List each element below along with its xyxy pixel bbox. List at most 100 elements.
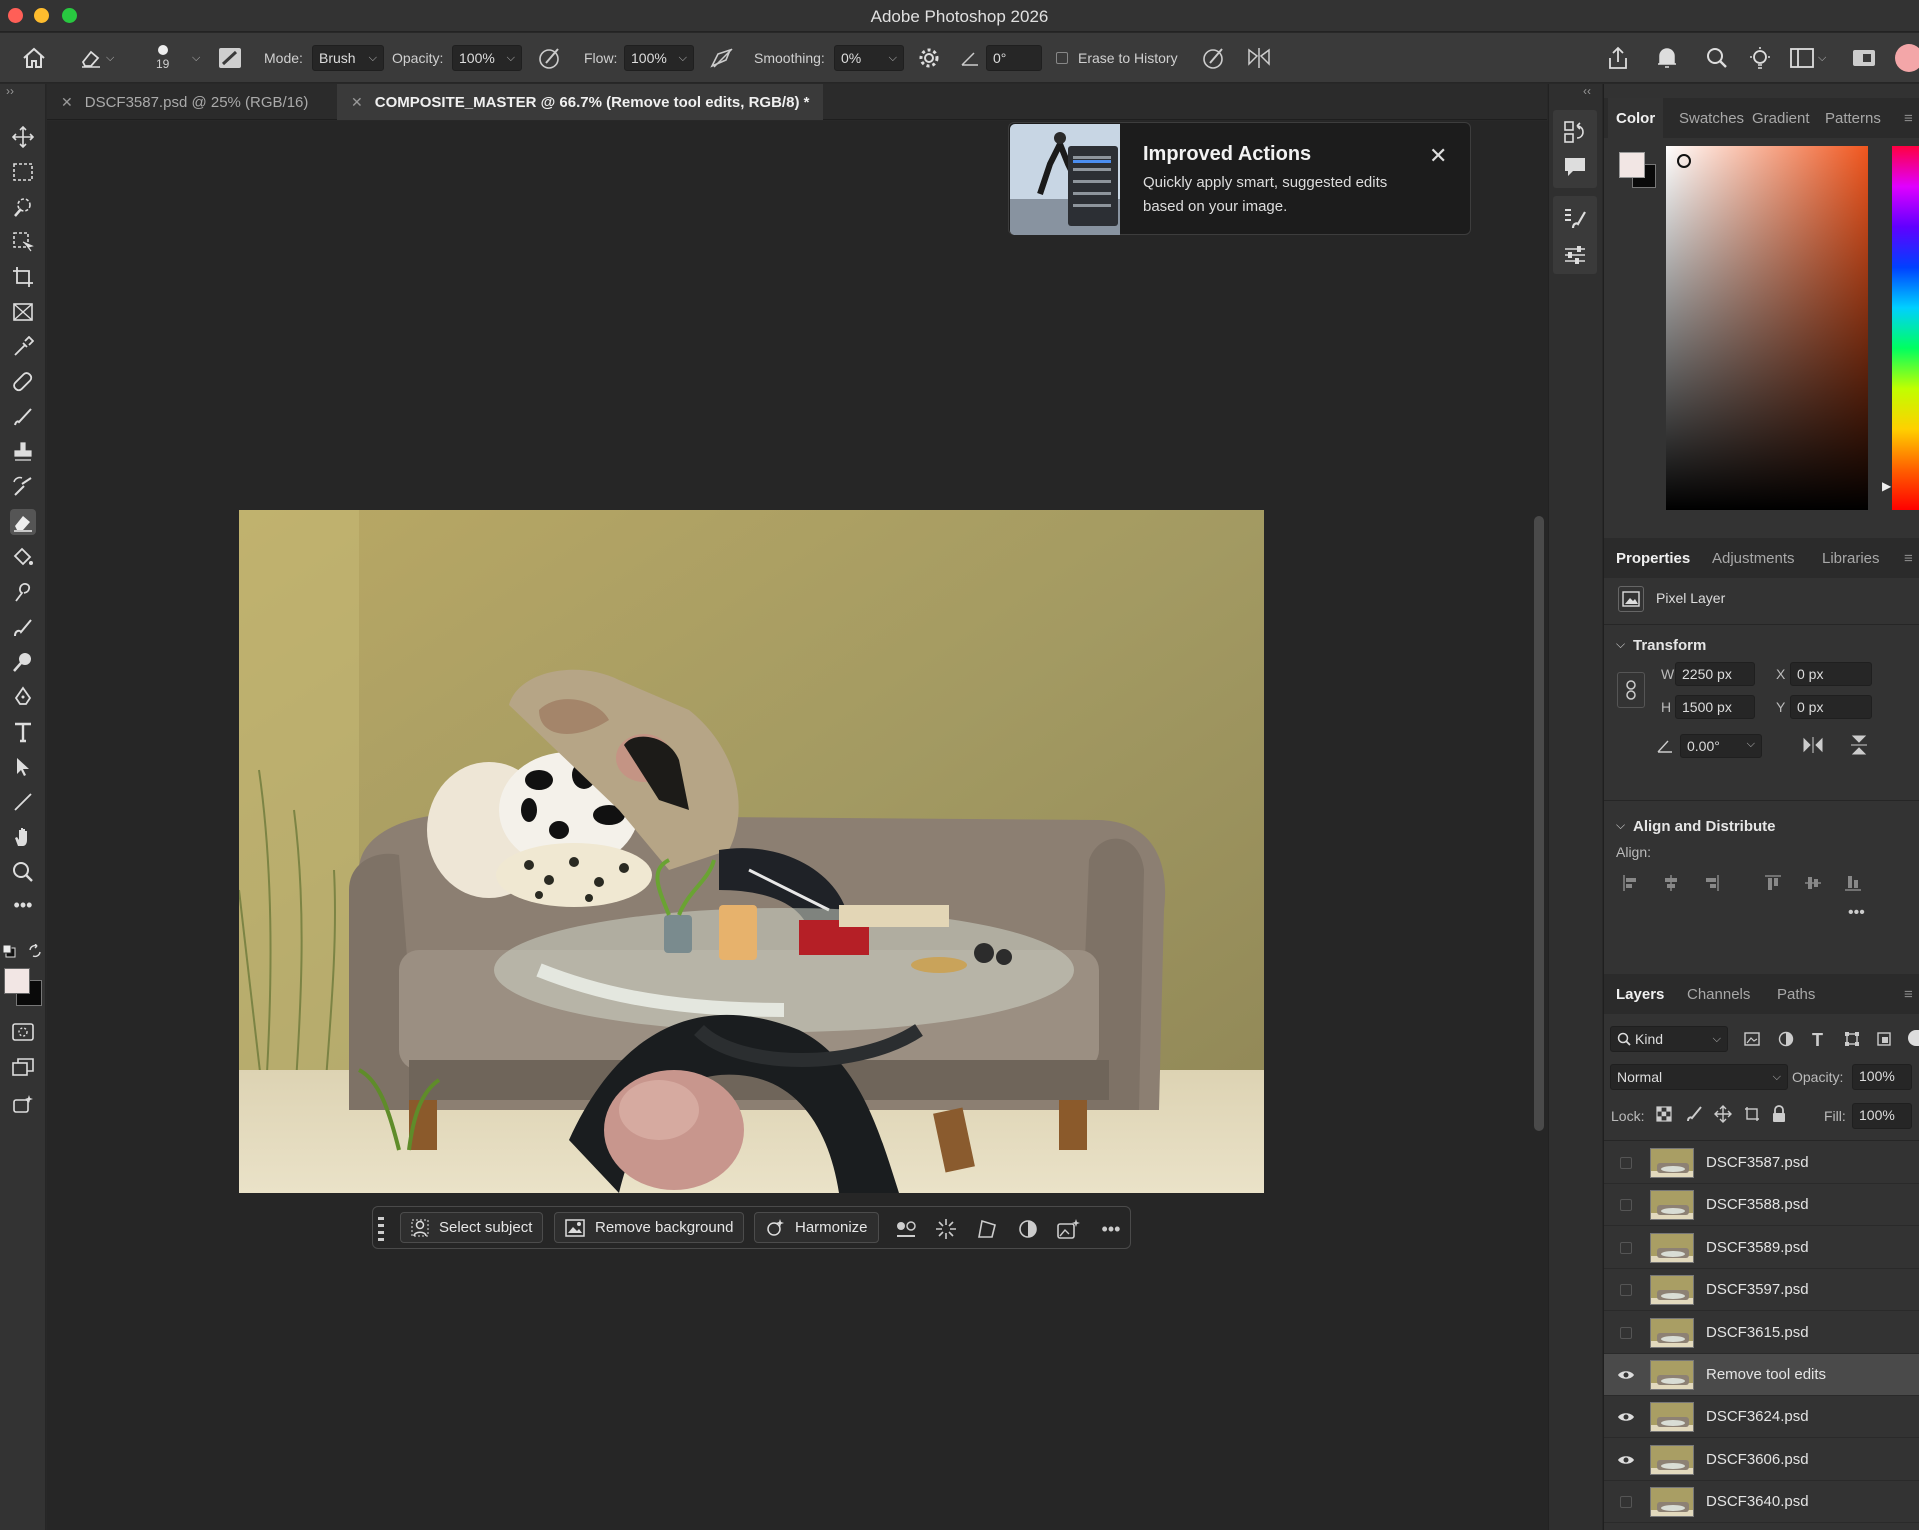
discover-lightbulb-icon[interactable]: [1748, 33, 1772, 83]
layer-filter-select[interactable]: Kind ⌵: [1610, 1026, 1728, 1052]
hue-slider[interactable]: [1892, 146, 1919, 510]
align-right-icon[interactable]: [1702, 874, 1720, 892]
align-vertical-center-icon[interactable]: [1804, 874, 1822, 892]
angle-input[interactable]: 0.00° ⌵: [1680, 734, 1762, 758]
collapse-panels-icon[interactable]: ‹‹: [1583, 84, 1591, 98]
tab-composite-master[interactable]: ✕ COMPOSITE_MASTER @ 66.7% (Remove tool …: [337, 84, 824, 120]
brush-tool-icon[interactable]: [10, 404, 36, 430]
dodge-tool-icon[interactable]: [10, 649, 36, 675]
chevron-down-icon[interactable]: ⌵: [1616, 818, 1625, 833]
layer-row[interactable]: DSCF3640.psd: [1604, 1481, 1919, 1524]
visibility-toggle[interactable]: [1620, 1496, 1632, 1509]
history-panel-icon[interactable]: [1563, 120, 1587, 144]
canvas-vertical-scrollbar[interactable]: [1530, 121, 1548, 1530]
layer-row[interactable]: Remove tool edits: [1604, 1354, 1919, 1396]
visibility-toggle[interactable]: [1620, 1241, 1632, 1254]
opacity-input[interactable]: 100% ⌵: [452, 33, 522, 83]
type-tool-icon[interactable]: [10, 719, 36, 745]
quick-selection-tool-icon[interactable]: [10, 194, 36, 220]
filter-smart-object-icon[interactable]: [1876, 1031, 1892, 1047]
generative-fill-icon[interactable]: [1057, 1217, 1081, 1241]
eraser-tool-icon[interactable]: [10, 509, 36, 535]
tab-channels[interactable]: Channels: [1687, 974, 1750, 1014]
remove-background-button[interactable]: Remove background: [554, 1212, 745, 1243]
cloud-docs-icon[interactable]: [1852, 33, 1876, 83]
y-input[interactable]: 0 px: [1790, 695, 1872, 719]
close-icon[interactable]: ✕: [61, 94, 73, 111]
healing-brush-tool-icon[interactable]: [10, 369, 36, 395]
drag-handle-icon[interactable]: [378, 1217, 384, 1241]
scrollbar-thumb[interactable]: [1534, 516, 1544, 1131]
object-selection-tool-icon[interactable]: [10, 229, 36, 255]
color-picker-handle[interactable]: [1677, 154, 1691, 168]
swap-colors-icon[interactable]: [28, 944, 42, 958]
hand-tool-icon[interactable]: [10, 824, 36, 850]
home-icon[interactable]: [22, 33, 46, 83]
collapse-toolbar-icon[interactable]: ››: [6, 84, 14, 98]
color-field[interactable]: [1666, 146, 1868, 510]
foreground-color-swatch[interactable]: [1619, 152, 1645, 178]
layer-row[interactable]: DSCF3597.psd: [1604, 1269, 1919, 1312]
flip-horizontal-icon[interactable]: [1802, 736, 1824, 754]
gear-icon[interactable]: [918, 33, 940, 83]
paint-bucket-tool-icon[interactable]: [10, 544, 36, 570]
tab-gradient[interactable]: Gradient: [1752, 98, 1810, 138]
layer-row[interactable]: DSCF3587.psd: [1604, 1142, 1919, 1184]
workspace-icon[interactable]: ⌵: [1790, 33, 1826, 83]
x-input[interactable]: 0 px: [1790, 662, 1872, 686]
link-dimensions-icon[interactable]: [1617, 672, 1645, 708]
pressure-opacity-icon[interactable]: [538, 33, 562, 83]
blend-mode-select[interactable]: Normal ⌵: [1610, 1064, 1788, 1090]
visibility-toggle[interactable]: [1620, 1326, 1632, 1339]
hue-slider-handle[interactable]: ▶: [1882, 479, 1891, 493]
align-horizontal-center-icon[interactable]: [1662, 874, 1680, 892]
tab-color[interactable]: Color: [1608, 98, 1664, 138]
symmetry-icon[interactable]: [1246, 33, 1272, 83]
width-input[interactable]: 2250 px: [1675, 662, 1755, 686]
line-tool-icon[interactable]: [10, 789, 36, 815]
fill-input[interactable]: 100%: [1852, 1103, 1912, 1129]
align-top-icon[interactable]: [1764, 874, 1782, 892]
layer-row[interactable]: DSCF3615.psd: [1604, 1312, 1919, 1354]
generative-icon[interactable]: [10, 1092, 36, 1118]
quick-mask-icon[interactable]: [10, 1019, 36, 1045]
adjustments-panel-icon[interactable]: [1563, 244, 1587, 266]
bell-icon[interactable]: [1656, 33, 1678, 83]
foreground-color-swatch[interactable]: [4, 968, 30, 994]
history-brush-tool-icon[interactable]: [10, 474, 36, 500]
visibility-toggle[interactable]: [1620, 1284, 1632, 1297]
panel-menu-icon[interactable]: ≡: [1904, 98, 1913, 138]
tab-dscf3587[interactable]: ✕ DSCF3587.psd @ 25% (RGB/16): [47, 84, 322, 120]
smudge-tool-icon[interactable]: [10, 579, 36, 605]
layer-row[interactable]: DSCF3589.psd: [1604, 1227, 1919, 1269]
smoothing-input[interactable]: 0% ⌵: [834, 33, 904, 83]
close-icon[interactable]: ✕: [1429, 143, 1447, 169]
filter-type-icon[interactable]: T: [1812, 1030, 1823, 1051]
default-colors-icon[interactable]: [2, 944, 16, 958]
avatar[interactable]: [1895, 33, 1919, 83]
transform-icon[interactable]: [975, 1217, 999, 1241]
screen-mode-icon[interactable]: [10, 1054, 36, 1080]
brush-size-picker[interactable]: 19: [156, 33, 169, 83]
comments-panel-icon[interactable]: [1563, 156, 1587, 178]
chevron-down-icon[interactable]: ⌵: [1616, 637, 1625, 652]
panel-menu-icon[interactable]: ≡: [1904, 538, 1913, 578]
crop-tool-icon[interactable]: [10, 264, 36, 290]
visibility-toggle[interactable]: [1620, 1157, 1632, 1169]
sparkle-icon[interactable]: [934, 1217, 958, 1241]
tab-properties[interactable]: Properties: [1616, 538, 1690, 578]
mode-select[interactable]: Brush ⌵: [312, 33, 384, 83]
visibility-eye-icon[interactable]: [1616, 1450, 1636, 1470]
mixer-brush-tool-icon[interactable]: [10, 614, 36, 640]
visibility-eye-icon[interactable]: [1616, 1407, 1636, 1427]
panel-menu-icon[interactable]: ≡: [1904, 974, 1913, 1014]
tab-adjustments[interactable]: Adjustments: [1712, 538, 1795, 578]
align-left-icon[interactable]: [1622, 874, 1640, 892]
layer-row[interactable]: DSCF3588.psd: [1604, 1184, 1919, 1227]
flip-vertical-icon[interactable]: [1850, 734, 1868, 756]
lock-artboard-icon[interactable]: [1744, 1106, 1760, 1122]
flow-input[interactable]: 100% ⌵: [624, 33, 694, 83]
tab-layers[interactable]: Layers: [1616, 974, 1664, 1014]
tab-paths[interactable]: Paths: [1777, 974, 1815, 1014]
layer-opacity-input[interactable]: 100%: [1852, 1064, 1912, 1090]
